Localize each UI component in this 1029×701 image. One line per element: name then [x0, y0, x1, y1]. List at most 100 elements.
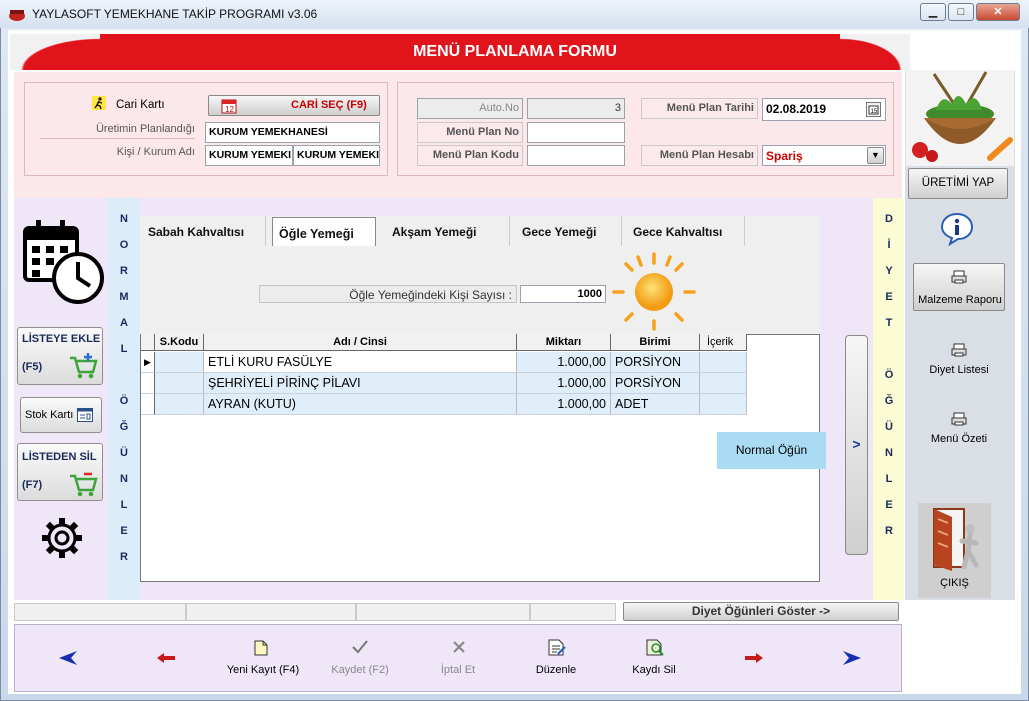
- vertical-letter: L: [120, 499, 128, 511]
- table-header-qty: Miktarı: [517, 334, 611, 351]
- table-cell-qty[interactable]: 1.000,00: [517, 352, 611, 373]
- save-label[interactable]: Kaydet (F2): [315, 664, 405, 676]
- cart-remove-icon: [70, 472, 98, 497]
- table-cell-code[interactable]: [155, 352, 204, 373]
- person-code-field[interactable]: KURUM YEMEKI: [205, 145, 293, 166]
- next-record-icon[interactable]: [744, 652, 764, 664]
- maximize-button[interactable]: □: [948, 3, 974, 21]
- stock-card-label: Stok Kartı: [25, 409, 74, 421]
- delete-document-icon[interactable]: [646, 639, 664, 656]
- vertical-letter: R: [885, 525, 893, 537]
- cari-select-button[interactable]: 12 CARİ SEÇ (F9): [208, 95, 380, 116]
- cancel-label[interactable]: İptal Et: [413, 664, 503, 676]
- remove-from-list-button[interactable]: LİSTEDEN SİL (F7): [17, 443, 103, 501]
- app-logo-icon: [9, 10, 25, 21]
- banner-left-curve: [10, 34, 100, 70]
- row-indicator[interactable]: [141, 394, 155, 415]
- table-cell-code[interactable]: [155, 394, 204, 415]
- material-report-label: Malzeme Raporu: [918, 294, 1002, 306]
- info-icon[interactable]: [940, 212, 974, 246]
- calendar-picker-icon[interactable]: 15: [866, 102, 881, 117]
- salad-bowl-icon: [906, 70, 1014, 166]
- table-cell-content[interactable]: [700, 352, 747, 373]
- material-report-button[interactable]: Malzeme Raporu: [913, 263, 1005, 311]
- table-cell-unit[interactable]: PORSİYON: [611, 352, 700, 373]
- last-record-icon[interactable]: [842, 650, 862, 666]
- chevron-down-icon[interactable]: ▼: [867, 147, 884, 164]
- status-cell-4: [530, 603, 616, 621]
- person-label: Kişi / Kurum Adı: [116, 146, 195, 158]
- printer-icon[interactable]: [951, 412, 967, 426]
- table-cell-unit[interactable]: ADET: [611, 394, 700, 415]
- edit-label[interactable]: Düzenle: [511, 664, 601, 676]
- add-to-list-button[interactable]: LİSTEYE EKLE (F5): [17, 327, 103, 385]
- previous-record-icon[interactable]: [156, 652, 176, 664]
- exit-button[interactable]: ÇIKIŞ: [918, 503, 991, 598]
- vertical-letter: O: [119, 239, 129, 251]
- row-indicator[interactable]: ▶: [141, 352, 155, 373]
- people-count-label: Öğle Yemeğindeki Kişi Sayısı :: [259, 285, 517, 303]
- tab-night-breakfast[interactable]: Gece Kahvaltısı: [627, 216, 745, 246]
- planned-for-field[interactable]: KURUM YEMEKHANESİ: [205, 122, 380, 143]
- table-header-content: İçerik: [700, 334, 747, 351]
- svg-text:12: 12: [225, 105, 234, 114]
- table-header-code: S.Kodu: [155, 334, 204, 351]
- normal-meal-button[interactable]: Normal Öğün: [717, 432, 826, 469]
- person-name-field[interactable]: KURUM YEMEKI: [293, 145, 380, 166]
- exit-door-icon: [933, 508, 979, 571]
- new-record-label[interactable]: Yeni Kayıt (F4): [218, 664, 308, 676]
- printer-icon[interactable]: [951, 343, 967, 357]
- plan-code-field[interactable]: [527, 145, 625, 166]
- gear-icon[interactable]: [40, 516, 84, 560]
- add-to-list-key: (F5): [22, 361, 43, 373]
- produce-button[interactable]: ÜRETİMİ YAP: [908, 168, 1008, 199]
- status-cell-2: [186, 603, 356, 621]
- svg-text:15: 15: [871, 109, 878, 115]
- menu-summary-button[interactable]: Menü Özeti: [913, 433, 1005, 445]
- sun-icon: [612, 252, 696, 331]
- vertical-letter: E: [885, 499, 893, 511]
- show-diet-meals-button[interactable]: Diyet Öğünleri Göster ->: [623, 602, 899, 621]
- minimize-button[interactable]: ▁: [920, 3, 946, 21]
- cancel-x-icon[interactable]: [452, 640, 466, 654]
- banner-right-curve: [840, 34, 910, 70]
- exit-label: ÇIKIŞ: [940, 577, 969, 589]
- form-title: MENÜ PLANLAMA FORMU: [413, 43, 617, 60]
- tab-lunch[interactable]: Öğle Yemeği: [272, 217, 376, 247]
- vertical-letter: Y: [885, 265, 893, 277]
- tab-dinner[interactable]: Akşam Yemeği: [386, 216, 510, 246]
- printer-icon: [951, 270, 967, 284]
- first-record-icon[interactable]: [58, 650, 78, 666]
- stock-card-button[interactable]: Stok Kartı: [20, 397, 102, 433]
- cari-select-label: CARİ SEÇ (F9): [291, 99, 367, 111]
- close-button[interactable]: ✕: [976, 3, 1020, 21]
- table-cell-content[interactable]: [700, 373, 747, 394]
- edit-document-icon[interactable]: [548, 639, 566, 656]
- remove-from-list-label: LİSTEDEN SİL: [22, 451, 97, 463]
- row-indicator[interactable]: [141, 373, 155, 394]
- table-cell-name[interactable]: AYRAN (KUTU): [204, 394, 517, 415]
- plan-account-label: Menü Plan Hesabı: [641, 145, 758, 166]
- table-cell-code[interactable]: [155, 373, 204, 394]
- bottom-toolbar: [14, 624, 902, 692]
- vertical-letter: A: [120, 317, 128, 329]
- people-count-field[interactable]: 1000: [520, 285, 606, 303]
- table-cell-unit[interactable]: PORSİYON: [611, 373, 700, 394]
- diet-list-button[interactable]: Diyet Listesi: [913, 364, 1005, 376]
- table-cell-name[interactable]: ŞEHRİYELİ PİRİNÇ PİLAVI: [204, 373, 517, 394]
- vertical-letter: Ö: [884, 369, 894, 381]
- plan-account-value: Spariş: [766, 149, 803, 163]
- table-cell-content[interactable]: [700, 394, 747, 415]
- vertical-letter: N: [120, 213, 128, 225]
- check-icon[interactable]: [352, 640, 368, 654]
- delete-label[interactable]: Kaydı Sil: [609, 664, 699, 676]
- tab-night-meal[interactable]: Gece Yemeği: [516, 216, 622, 246]
- tab-breakfast[interactable]: Sabah Kahvaltısı: [142, 216, 266, 246]
- table-cell-qty[interactable]: 1.000,00: [517, 373, 611, 394]
- table-cell-qty[interactable]: 1.000,00: [517, 394, 611, 415]
- table-header-name: Adı / Cinsi: [204, 334, 517, 351]
- expand-diet-button[interactable]: >: [845, 335, 868, 555]
- table-cell-name[interactable]: ETLİ KURU FASÜLYE: [204, 352, 517, 373]
- new-document-icon[interactable]: [254, 640, 268, 656]
- plan-no-field[interactable]: [527, 122, 625, 143]
